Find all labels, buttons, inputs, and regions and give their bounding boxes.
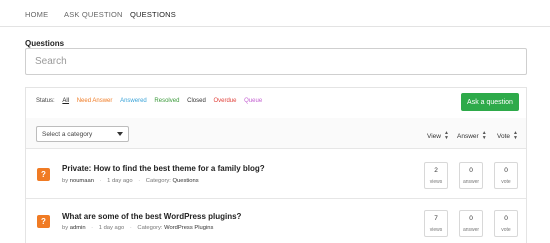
search-input[interactable] — [25, 48, 527, 75]
sort-answer[interactable]: Answer ▲ ▼ — [457, 131, 487, 141]
answers-number: 0 — [469, 167, 473, 174]
status-filter: Status: All Need Answer Answered Resolve… — [36, 98, 262, 104]
status-need-answer[interactable]: Need Answer — [77, 98, 113, 104]
author-link[interactable]: admin — [70, 225, 86, 231]
status-all[interactable]: All — [62, 98, 69, 104]
status-resolved[interactable]: Resolved — [154, 98, 179, 104]
question-mark-icon: ? — [37, 168, 50, 181]
votes-number: 0 — [504, 215, 508, 222]
questions-panel: Status: All Need Answer Answered Resolve… — [25, 87, 527, 243]
views-number: 7 — [434, 215, 438, 222]
ask-question-button[interactable]: Ask a question — [461, 93, 519, 111]
category-link[interactable]: WordPress Plugins — [164, 225, 213, 231]
votes-label: vote — [501, 227, 511, 233]
status-label: Status: — [36, 98, 55, 104]
question-mark-icon: ? — [37, 215, 50, 228]
votes-count: 0 vote — [494, 210, 518, 237]
question-row: ? Private: How to find the best theme fo… — [26, 149, 526, 195]
status-overdue[interactable]: Overdue — [213, 98, 236, 104]
nav-ask-question[interactable]: ASK QUESTION — [64, 10, 123, 19]
category-select[interactable]: Select a category — [36, 126, 129, 142]
views-count: 7 views — [424, 210, 448, 237]
nav-questions[interactable]: QUESTIONS — [130, 10, 176, 19]
status-closed[interactable]: Closed — [187, 98, 206, 104]
answers-number: 0 — [469, 215, 473, 222]
separator-dot: · — [129, 225, 132, 231]
question-title[interactable]: Private: How to find the best theme for … — [62, 164, 265, 173]
by-prefix: by — [62, 225, 69, 231]
separator-dot: · — [91, 225, 94, 231]
views-count: 2 views — [424, 162, 448, 189]
answers-count: 0 answer — [459, 210, 483, 237]
votes-label: vote — [501, 179, 511, 185]
question-title[interactable]: What are some of the best WordPress plug… — [62, 212, 241, 221]
votes-count: 0 vote — [494, 162, 518, 189]
separator-dot: · — [99, 178, 102, 184]
chevron-down-icon — [117, 132, 123, 136]
sort-arrows-icon: ▲ ▼ — [513, 130, 518, 141]
question-row: ? What are some of the best WordPress pl… — [26, 199, 526, 243]
category-select-value: Select a category — [42, 130, 93, 138]
question-time: 1 day ago — [107, 178, 133, 184]
views-label: views — [429, 227, 443, 233]
page-title: Questions — [25, 39, 65, 48]
category-link[interactable]: Questions — [173, 178, 199, 184]
category-prefix: Category: — [145, 178, 171, 184]
status-answered[interactable]: Answered — [120, 98, 147, 104]
sort-arrows-icon: ▲ ▼ — [443, 130, 449, 141]
by-prefix: by — [62, 178, 69, 184]
question-meta: by admin · 1 day ago · Category: WordPre… — [62, 225, 213, 231]
answers-label: answer — [462, 179, 480, 185]
question-time: 1 day ago — [98, 225, 125, 231]
question-meta: by noumaan · 1 day ago · Category: Quest… — [62, 178, 199, 184]
answers-label: answer — [462, 227, 480, 233]
sort-arrows-icon: ▲ ▼ — [481, 130, 487, 141]
votes-number: 0 — [504, 167, 508, 174]
author-link[interactable]: noumaan — [70, 178, 94, 184]
sort-vote-label: Vote — [497, 132, 511, 140]
filter-bar: Select a category View ▲ ▼ Answer ▲ ▼ Vote… — [26, 118, 526, 148]
top-navigation: HOME ASK QUESTION QUESTIONS — [0, 0, 550, 27]
status-queue[interactable]: Queue — [244, 98, 262, 104]
category-prefix: Category: — [137, 225, 163, 231]
sort-answer-label: Answer — [457, 132, 479, 140]
sort-view[interactable]: View ▲ ▼ — [427, 131, 449, 141]
nav-home[interactable]: HOME — [25, 10, 48, 19]
sort-view-label: View — [427, 132, 441, 140]
views-label: views — [429, 179, 443, 185]
answers-count: 0 answer — [459, 162, 483, 189]
views-number: 2 — [434, 167, 438, 174]
sort-vote[interactable]: Vote ▲ ▼ — [497, 131, 518, 141]
separator-dot: · — [138, 178, 141, 184]
